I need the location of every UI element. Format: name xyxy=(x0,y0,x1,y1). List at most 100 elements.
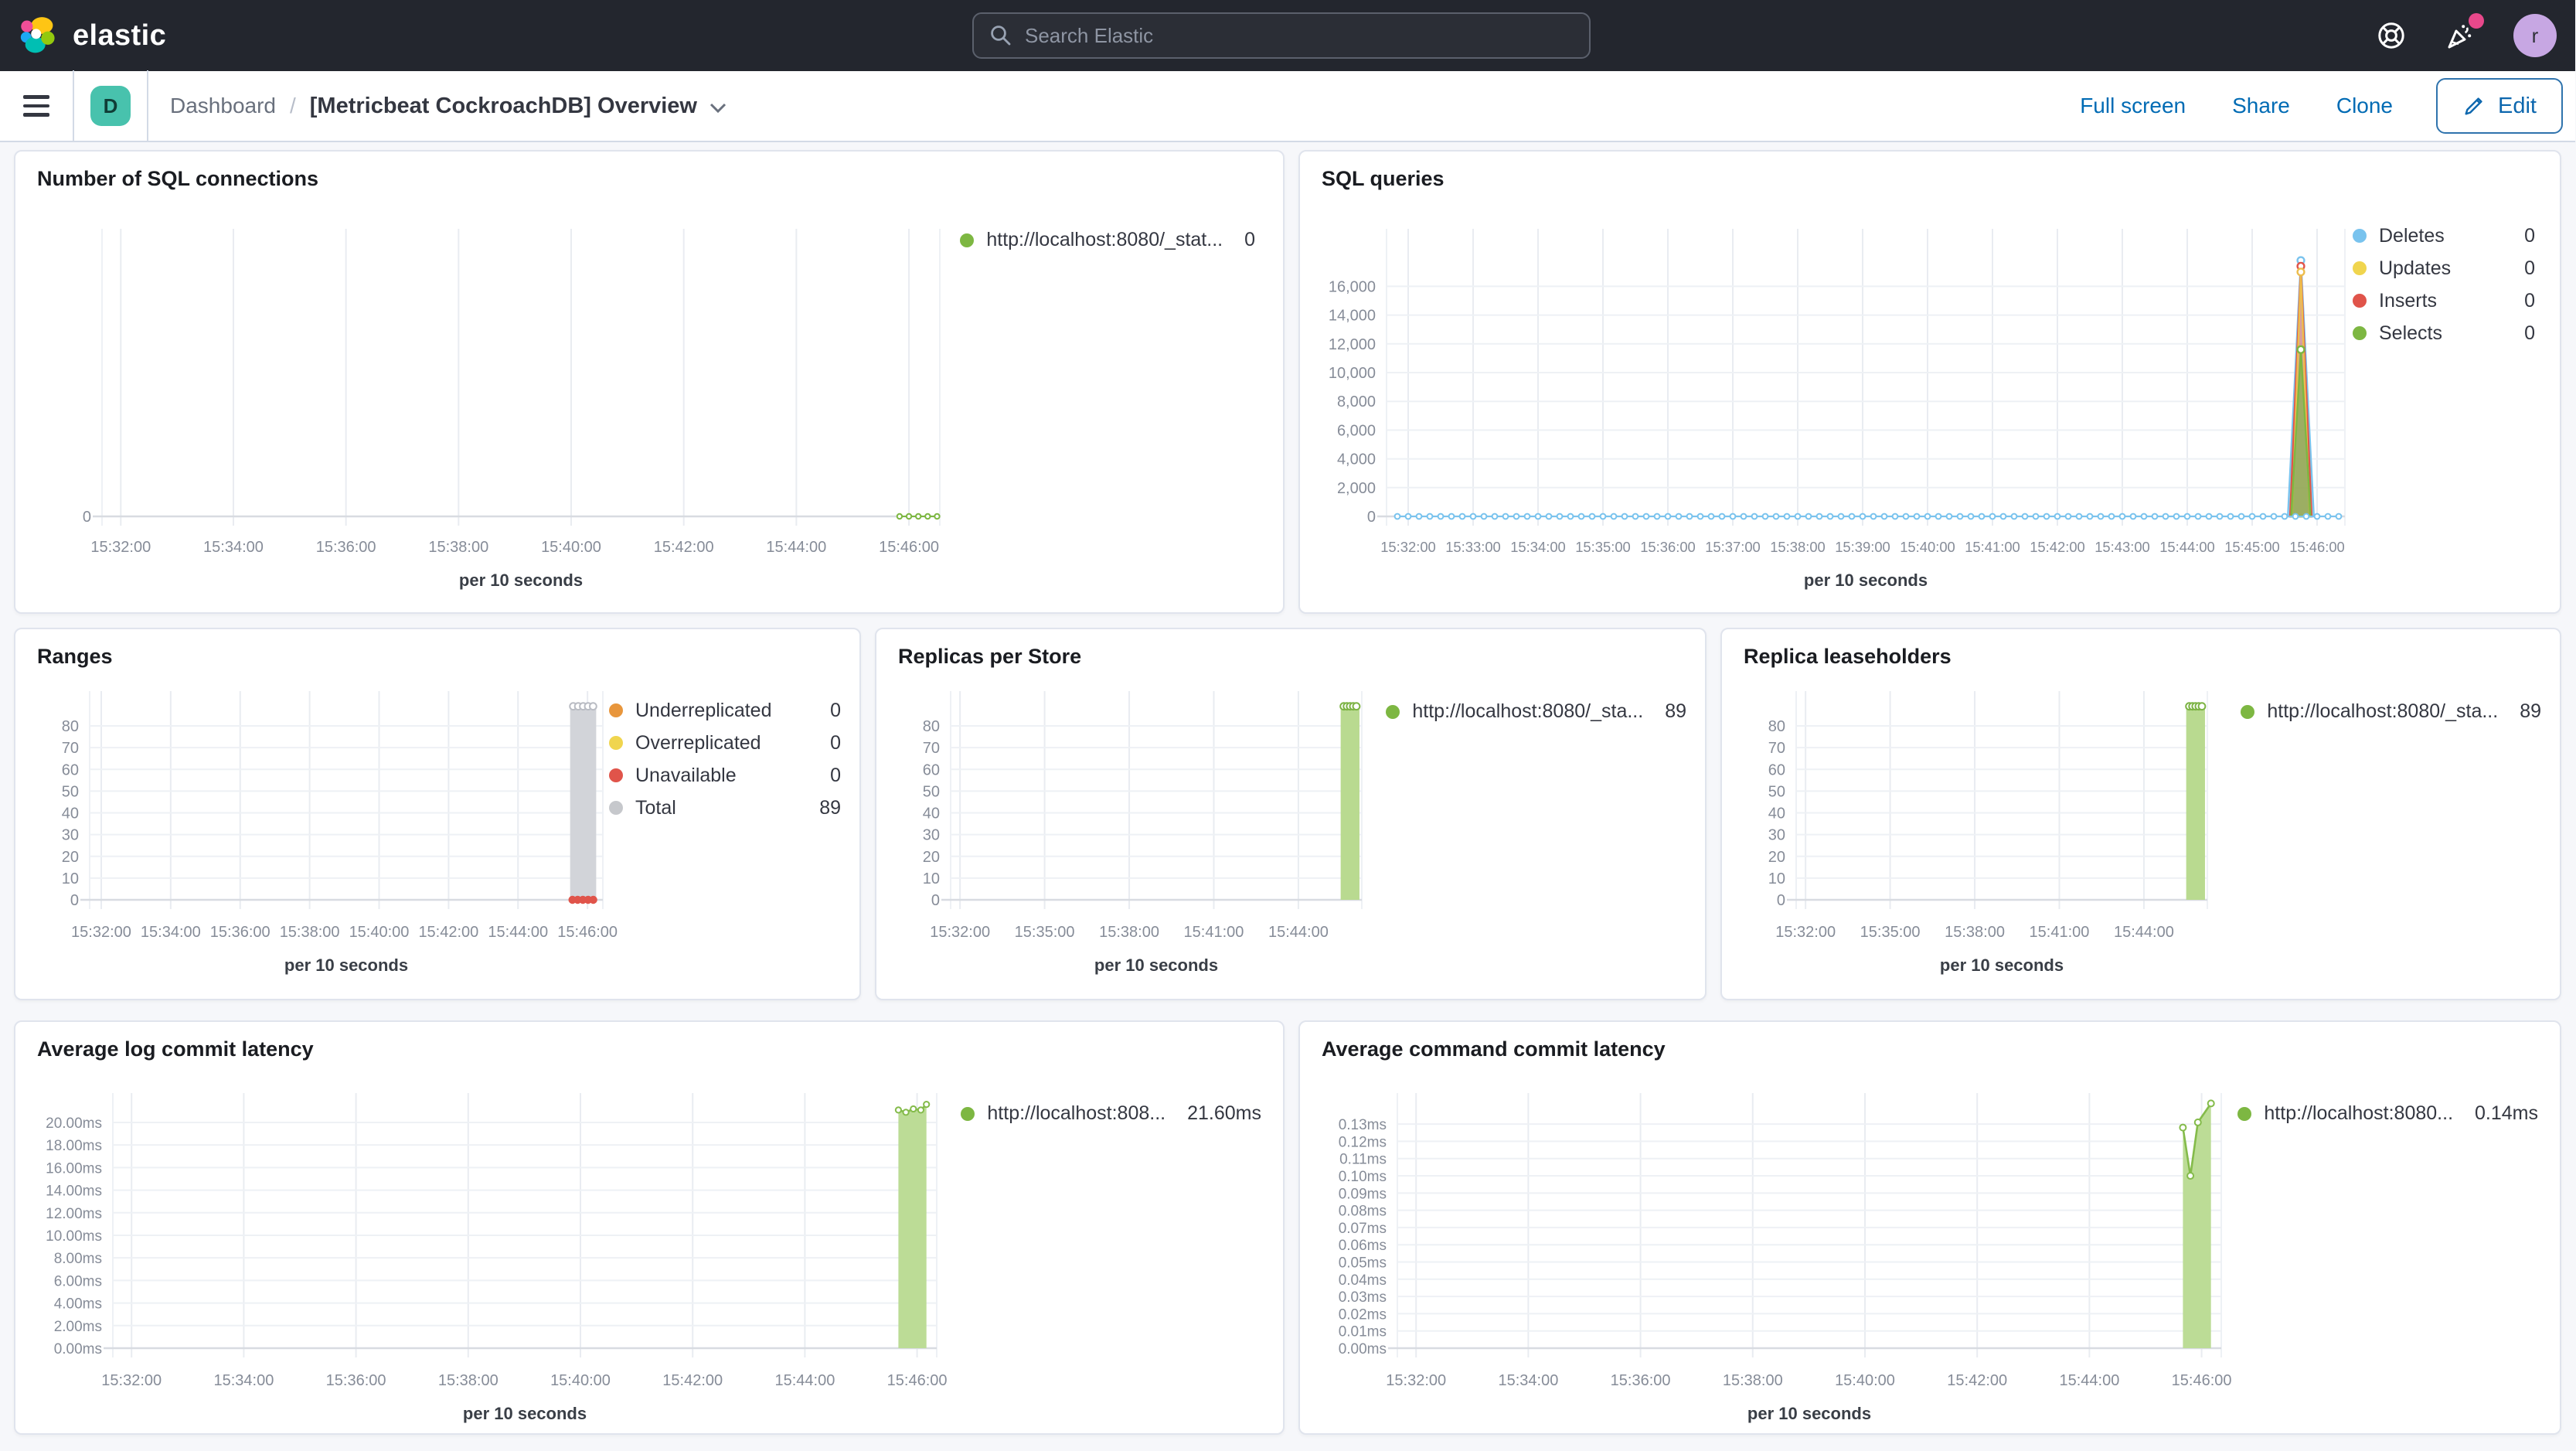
logo-text: elastic xyxy=(73,19,167,52)
chart-avg-command-commit-latency[interactable]: 0.00ms 0.01ms 0.02ms 0.03ms 0.04ms 0.05ms 0.06… xyxy=(1312,1062,2246,1436)
chart-legend: http://localhost:808... 21.60ms xyxy=(961,1102,1261,1125)
legend-value: 21.60ms xyxy=(1187,1102,1261,1124)
search-field[interactable] xyxy=(1025,23,1574,48)
clone-button[interactable]: Clone xyxy=(2336,94,2393,118)
svg-text:15:35:00: 15:35:00 xyxy=(1015,924,1075,941)
svg-text:15:42:00: 15:42:00 xyxy=(418,924,478,941)
legend-item[interactable]: Underreplicated 0 xyxy=(609,694,841,727)
legend-label: Total xyxy=(635,796,676,819)
svg-text:15:38:00: 15:38:00 xyxy=(280,924,340,941)
svg-text:15:44:00: 15:44:00 xyxy=(766,539,826,556)
svg-text:10: 10 xyxy=(62,870,79,887)
legend-value: 0 xyxy=(1244,229,1255,250)
elastic-logo[interactable]: elastic xyxy=(19,15,166,56)
legend-item[interactable]: http://localhost:8080/_stat... 0 xyxy=(960,229,1255,251)
help-button[interactable] xyxy=(2376,20,2407,51)
header-actions: r xyxy=(2376,13,2557,57)
svg-text:18.00ms: 18.00ms xyxy=(46,1138,102,1154)
svg-text:15:36:00: 15:36:00 xyxy=(316,539,376,556)
chart-ranges[interactable]: 0 10 20 30 40 50 60 70 80 15:32:00 15:34:00 15:36:0… xyxy=(28,673,634,988)
page-title[interactable]: [Metricbeat CockroachDB] Overview xyxy=(310,94,697,119)
space-selector: D xyxy=(74,70,148,141)
svg-text:0.03ms: 0.03ms xyxy=(1339,1289,1387,1306)
legend-label: Inserts xyxy=(2379,289,2438,312)
svg-text:0.02ms: 0.02ms xyxy=(1339,1306,1387,1323)
legend-label: http://localhost:8080/_stat... xyxy=(986,229,1223,250)
legend-item[interactable]: Overreplicated 0 xyxy=(609,727,841,759)
chart-legend: http://localhost:8080/_sta... 89 xyxy=(2241,700,2541,723)
legend-item[interactable]: Selects 0 xyxy=(2353,317,2535,349)
svg-text:70: 70 xyxy=(923,740,940,757)
svg-text:15:41:00: 15:41:00 xyxy=(1965,539,2020,555)
svg-text:40: 40 xyxy=(923,806,940,823)
svg-text:15:34:00: 15:34:00 xyxy=(1510,539,1566,555)
legend-item[interactable]: http://localhost:808... 21.60ms xyxy=(961,1102,1261,1125)
dashboard-toolbar: D Dashboard / [Metricbeat CockroachDB] O… xyxy=(0,70,2575,142)
svg-text:15:40:00: 15:40:00 xyxy=(349,924,410,941)
legend-item[interactable]: Unavailable 0 xyxy=(609,759,841,792)
chart-title: Replica leaseholders xyxy=(1744,645,1952,668)
legend-value: 89 xyxy=(2520,700,2541,722)
chart-sql-connections[interactable]: 0 15:32:00 15:34:00 15:36:00 15:38:00 15:40:0… xyxy=(28,201,958,603)
chart-avg-log-commit-latency[interactable]: 0.00ms 2.00ms 4.00ms 6.00ms 8.00ms 10.00ms 12.… xyxy=(28,1062,961,1436)
chart-replica-leaseholders[interactable]: 0 10 20 30 40 50 60 70 80 15:32:00 15:35:00 15:38:0… xyxy=(1734,673,2235,988)
svg-text:20: 20 xyxy=(1768,849,1785,866)
svg-text:0: 0 xyxy=(931,892,940,909)
svg-text:4.00ms: 4.00ms xyxy=(54,1296,102,1313)
legend-color-dot xyxy=(2353,326,2367,340)
svg-text:16.00ms: 16.00ms xyxy=(46,1160,102,1177)
svg-text:0: 0 xyxy=(1367,509,1376,526)
legend-item[interactable]: Total 89 xyxy=(609,792,841,824)
svg-text:6.00ms: 6.00ms xyxy=(54,1273,102,1289)
svg-text:15:32:00: 15:32:00 xyxy=(71,924,131,941)
svg-text:8.00ms: 8.00ms xyxy=(54,1251,102,1267)
edit-button[interactable]: Edit xyxy=(2436,78,2563,134)
legend-value: 89 xyxy=(1665,700,1686,722)
chart-sql-queries[interactable]: 0 2,000 4,000 6,000 8,000 10,000 12,000 14,000 1… xyxy=(1312,201,2376,603)
legend-item[interactable]: Deletes 0 xyxy=(2353,220,2535,252)
chevron-down-icon[interactable] xyxy=(710,103,727,114)
svg-text:0.04ms: 0.04ms xyxy=(1339,1272,1387,1289)
svg-text:0.12ms: 0.12ms xyxy=(1339,1134,1387,1150)
svg-text:15:38:00: 15:38:00 xyxy=(1945,924,2005,941)
legend-item[interactable]: Inserts 0 xyxy=(2353,284,2535,317)
panel-average-command-commit-latency: Average command commit latency 0.00ms 0.0… xyxy=(1298,1020,2561,1435)
svg-text:30: 30 xyxy=(62,827,79,844)
menu-button[interactable] xyxy=(0,70,74,141)
top-navigation-bar: elastic Search Elastic r xyxy=(0,0,2575,71)
user-avatar[interactable]: r xyxy=(2513,14,2557,57)
svg-text:15:40:00: 15:40:00 xyxy=(1835,1372,1895,1389)
svg-text:80: 80 xyxy=(923,718,940,735)
space-badge[interactable]: D xyxy=(90,86,131,126)
avatar-initial: r xyxy=(2531,23,2539,47)
svg-text:15:38:00: 15:38:00 xyxy=(438,1372,499,1389)
svg-text:80: 80 xyxy=(62,718,79,735)
svg-text:10.00ms: 10.00ms xyxy=(46,1228,102,1245)
svg-text:4,000: 4,000 xyxy=(1337,451,1376,468)
chart-legend: Underreplicated 0 Overreplicated 0 Unavailab… xyxy=(609,694,841,824)
chart-replicas-per-store[interactable]: 0 10 20 30 40 50 60 70 80 15:32:00 15:35:00 15:38:0… xyxy=(889,673,1390,988)
panel-replica-leaseholders: Replica leaseholders 0 10 20 30 40 50 60 70 80 15… xyxy=(1720,628,2561,1000)
notification-dot xyxy=(2469,13,2484,29)
svg-text:0.10ms: 0.10ms xyxy=(1339,1169,1387,1185)
legend-item[interactable]: http://localhost:8080/_sta... 89 xyxy=(1386,700,1686,723)
svg-text:50: 50 xyxy=(62,783,79,800)
svg-text:15:38:00: 15:38:00 xyxy=(1723,1372,1783,1389)
svg-text:6,000: 6,000 xyxy=(1337,422,1376,439)
chart-title: Replicas per Store xyxy=(898,645,1082,668)
legend-color-dot xyxy=(2353,229,2367,243)
chart-title: Ranges xyxy=(37,645,113,668)
search-input[interactable] xyxy=(972,12,1591,59)
share-button[interactable]: Share xyxy=(2232,94,2290,118)
legend-label: http://localhost:8080/_sta... xyxy=(1412,700,1644,722)
legend-item[interactable]: http://localhost:8080... 0.14ms xyxy=(2237,1102,2538,1125)
full-screen-button[interactable]: Full screen xyxy=(2080,94,2186,118)
legend-value: 0 xyxy=(830,699,841,721)
svg-text:60: 60 xyxy=(1768,761,1785,778)
whats-new-button[interactable] xyxy=(2444,13,2484,52)
legend-label: Overreplicated xyxy=(635,731,761,754)
svg-text:0: 0 xyxy=(83,509,91,526)
legend-item[interactable]: Updates 0 xyxy=(2353,252,2535,284)
legend-item[interactable]: http://localhost:8080/_sta... 89 xyxy=(2241,700,2541,723)
breadcrumb-dashboard-link[interactable]: Dashboard xyxy=(170,94,276,118)
